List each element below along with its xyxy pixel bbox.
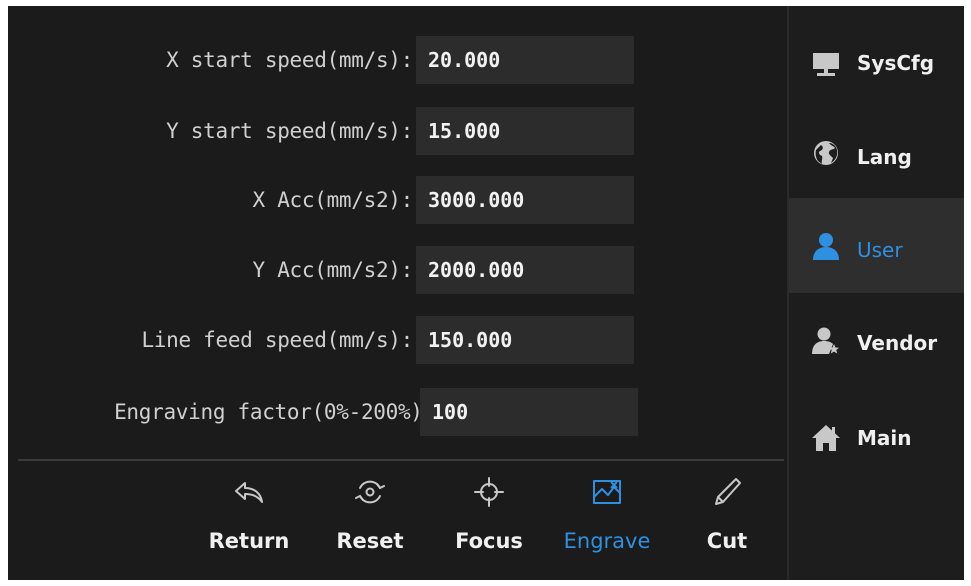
line-feed-speed-field[interactable]: 150.000 <box>416 316 634 364</box>
line-feed-speed-label: Line feed speed(mm/s): <box>141 328 413 352</box>
sidebar-label-main: Main <box>857 426 912 450</box>
crosshair-icon <box>449 475 529 515</box>
y-start-speed-field[interactable]: 15.000 <box>416 107 634 155</box>
form-row-y-acc: Y Acc(mm/s2): 2000.000 <box>8 246 787 294</box>
pen-icon <box>692 475 762 515</box>
sidebar-item-syscfg[interactable]: SysCfg <box>789 16 964 108</box>
return-icon <box>204 475 294 515</box>
monitor-icon <box>811 49 841 79</box>
focus-label: Focus <box>455 529 523 553</box>
y-acc-label: Y Acc(mm/s2): <box>252 258 414 282</box>
sidebar-item-vendor[interactable]: Vendor <box>789 293 964 385</box>
form-row-x-acc: X Acc(mm/s2): 3000.000 <box>8 176 787 224</box>
x-acc-label: X Acc(mm/s2): <box>252 188 414 212</box>
reset-icon <box>330 475 410 515</box>
x-start-speed-label: X start speed(mm/s): <box>166 48 413 72</box>
form-row-engraving-factor: Engraving factor(0%-200%): 100 <box>8 388 787 436</box>
home-icon <box>811 423 841 453</box>
form-row-line-feed-speed: Line feed speed(mm/s): 150.000 <box>8 316 787 364</box>
reset-button[interactable]: Reset <box>330 475 410 575</box>
user-icon <box>811 231 841 261</box>
y-acc-field[interactable]: 2000.000 <box>416 246 634 294</box>
user-star-icon <box>811 326 841 356</box>
sidebar-label-syscfg: SysCfg <box>857 51 935 75</box>
cut-label: Cut <box>706 529 748 553</box>
form-row-x-start-speed: X start speed(mm/s): 20.000 <box>8 36 787 84</box>
cut-button[interactable]: Cut <box>692 475 762 575</box>
user-settings-panel: X start speed(mm/s): 20.000 Y start spee… <box>8 6 787 580</box>
engrave-button[interactable]: Engrave <box>557 475 657 575</box>
sidebar-item-main[interactable]: Main <box>789 386 964 478</box>
focus-button[interactable]: Focus <box>449 475 529 575</box>
x-acc-field[interactable]: 3000.000 <box>416 176 634 224</box>
sidebar-item-user[interactable]: User <box>789 198 964 293</box>
return-label: Return <box>208 529 290 553</box>
return-button[interactable]: Return <box>204 475 294 575</box>
sidebar-label-lang: Lang <box>857 145 912 169</box>
reset-label: Reset <box>336 529 404 553</box>
y-start-speed-label: Y start speed(mm/s): <box>166 119 413 143</box>
sidebar-item-lang[interactable]: Lang <box>789 106 964 198</box>
sidebar: SysCfg Lang User Vendor Main <box>789 6 964 580</box>
engraving-factor-label: Engraving factor(0%-200%): <box>114 400 435 424</box>
sidebar-label-vendor: Vendor <box>857 331 938 355</box>
form-row-y-start-speed: Y start speed(mm/s): 15.000 <box>8 107 787 155</box>
control-panel-screen: X start speed(mm/s): 20.000 Y start spee… <box>8 6 964 580</box>
bottom-toolbar: Return Reset Focus Engrave Cut <box>8 461 787 580</box>
engrave-label: Engrave <box>563 529 651 553</box>
x-start-speed-field[interactable]: 20.000 <box>416 36 634 84</box>
sidebar-label-user: User <box>857 238 903 262</box>
globe-icon <box>811 138 841 168</box>
engraving-factor-field[interactable]: 100 <box>420 388 638 436</box>
engrave-icon <box>557 475 657 515</box>
